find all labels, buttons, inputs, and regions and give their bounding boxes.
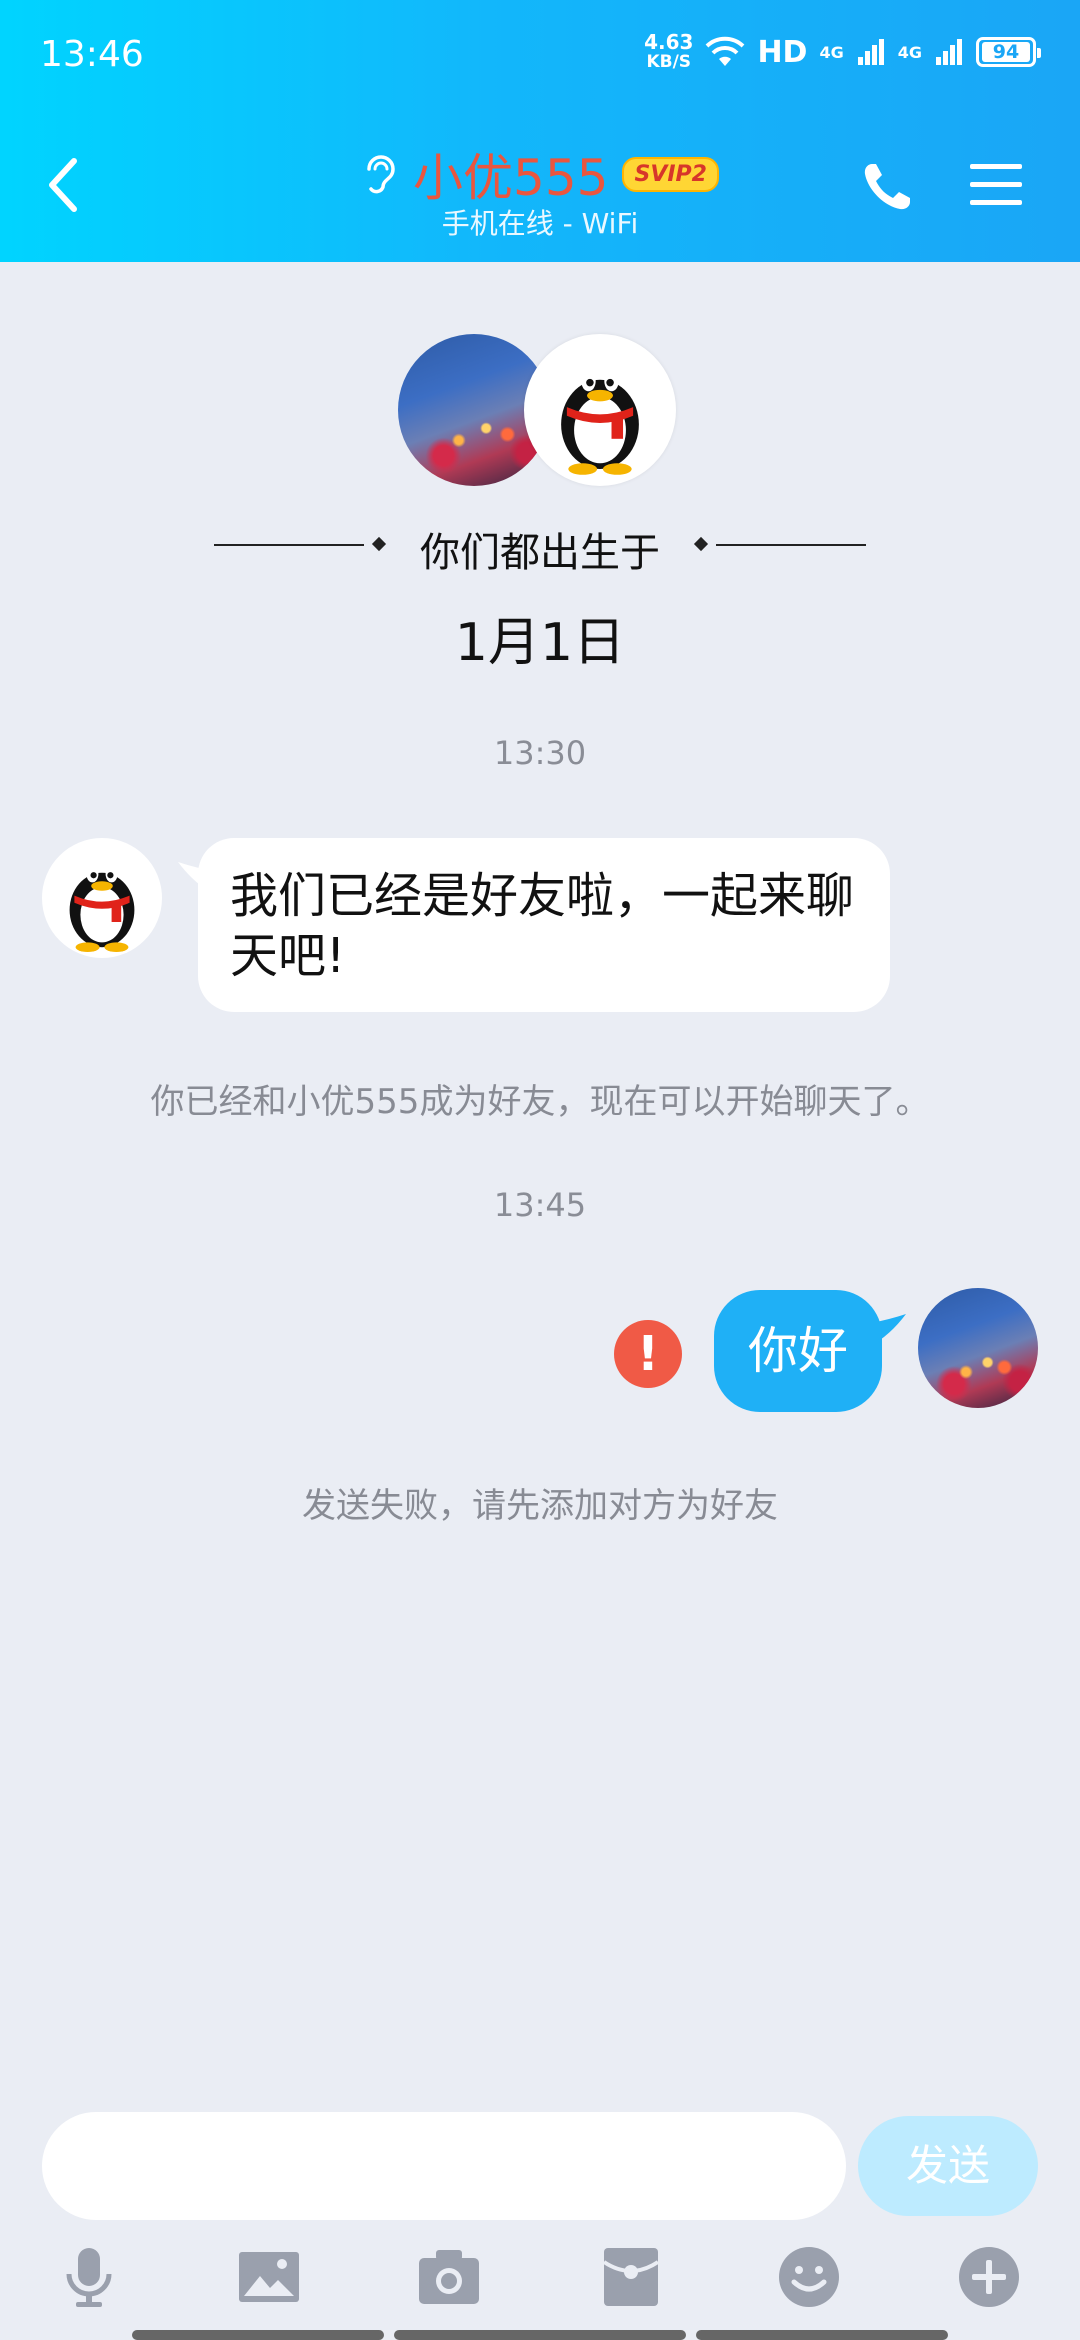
online-status: 手机在线 - WiFi <box>441 207 639 240</box>
menu-icon[interactable] <box>968 160 1024 210</box>
phone-icon[interactable] <box>858 158 916 216</box>
nav-bar-segment <box>696 2330 948 2340</box>
battery-icon: 94 <box>976 37 1041 67</box>
my-message-avatar[interactable] <box>918 1288 1038 1408</box>
friend-message-avatar[interactable] <box>42 838 162 958</box>
nav-bar-segment <box>394 2330 686 2340</box>
signal-icon <box>857 39 884 65</box>
send-failed-icon[interactable]: ! <box>614 1320 682 1388</box>
status-icons: 4.63 KB/S HD 4G 4G 94 <box>644 30 1041 72</box>
message-timestamp: 13:45 <box>493 1186 587 1224</box>
wifi-icon <box>706 36 745 66</box>
camera-icon[interactable] <box>416 2244 482 2310</box>
friends-avatars <box>398 334 680 490</box>
send-failed-notice: 发送失败，请先添加对方为好友 <box>302 1486 778 1526</box>
message-input[interactable] <box>42 2112 846 2220</box>
hd-voice-label: HD <box>757 34 808 70</box>
penguin-icon <box>69 865 135 952</box>
image-icon[interactable] <box>236 2244 302 2310</box>
message-timestamp: 13:30 <box>493 734 587 772</box>
red-packet-icon[interactable] <box>598 2244 664 2310</box>
signal-icon <box>936 39 962 65</box>
send-button[interactable]: 发送 <box>858 2116 1038 2216</box>
microphone-icon[interactable] <box>56 2244 122 2310</box>
system-notice: 你已经和小优555成为好友，现在可以开始聊天了。 <box>150 1082 930 1122</box>
sim1-network-type: 4G <box>819 42 844 62</box>
emoji-icon[interactable] <box>776 2244 842 2310</box>
status-time: 13:46 <box>40 34 144 75</box>
vip-badge: SVIP2 <box>622 156 719 192</box>
birthday-banner: 你们都出生于 <box>214 520 866 576</box>
penguin-icon <box>561 371 639 475</box>
sim2-network-type: 4G <box>897 42 922 62</box>
network-speed: 4.63 KB/S <box>644 30 694 72</box>
title-row[interactable]: 小优555 SVIP2 <box>0 138 1080 210</box>
chat-header: 13:46 4.63 KB/S HD 4G 4G 94 小优555 SVIP2 … <box>0 0 1080 262</box>
friend-avatar[interactable] <box>524 334 676 486</box>
incoming-message-bubble[interactable]: 我们已经是好友啦，一起来聊天吧! <box>198 838 890 1012</box>
birthday-text: 你们都出生于 <box>420 530 660 576</box>
plus-icon[interactable] <box>956 2244 1022 2310</box>
divider <box>716 544 866 546</box>
contact-name: 小优555 <box>413 149 609 207</box>
birthday-date: 1月1日 <box>454 613 626 673</box>
outgoing-message-bubble[interactable]: 你好 <box>714 1290 882 1412</box>
nav-bar-segment <box>132 2330 384 2340</box>
ear-icon <box>367 155 395 194</box>
